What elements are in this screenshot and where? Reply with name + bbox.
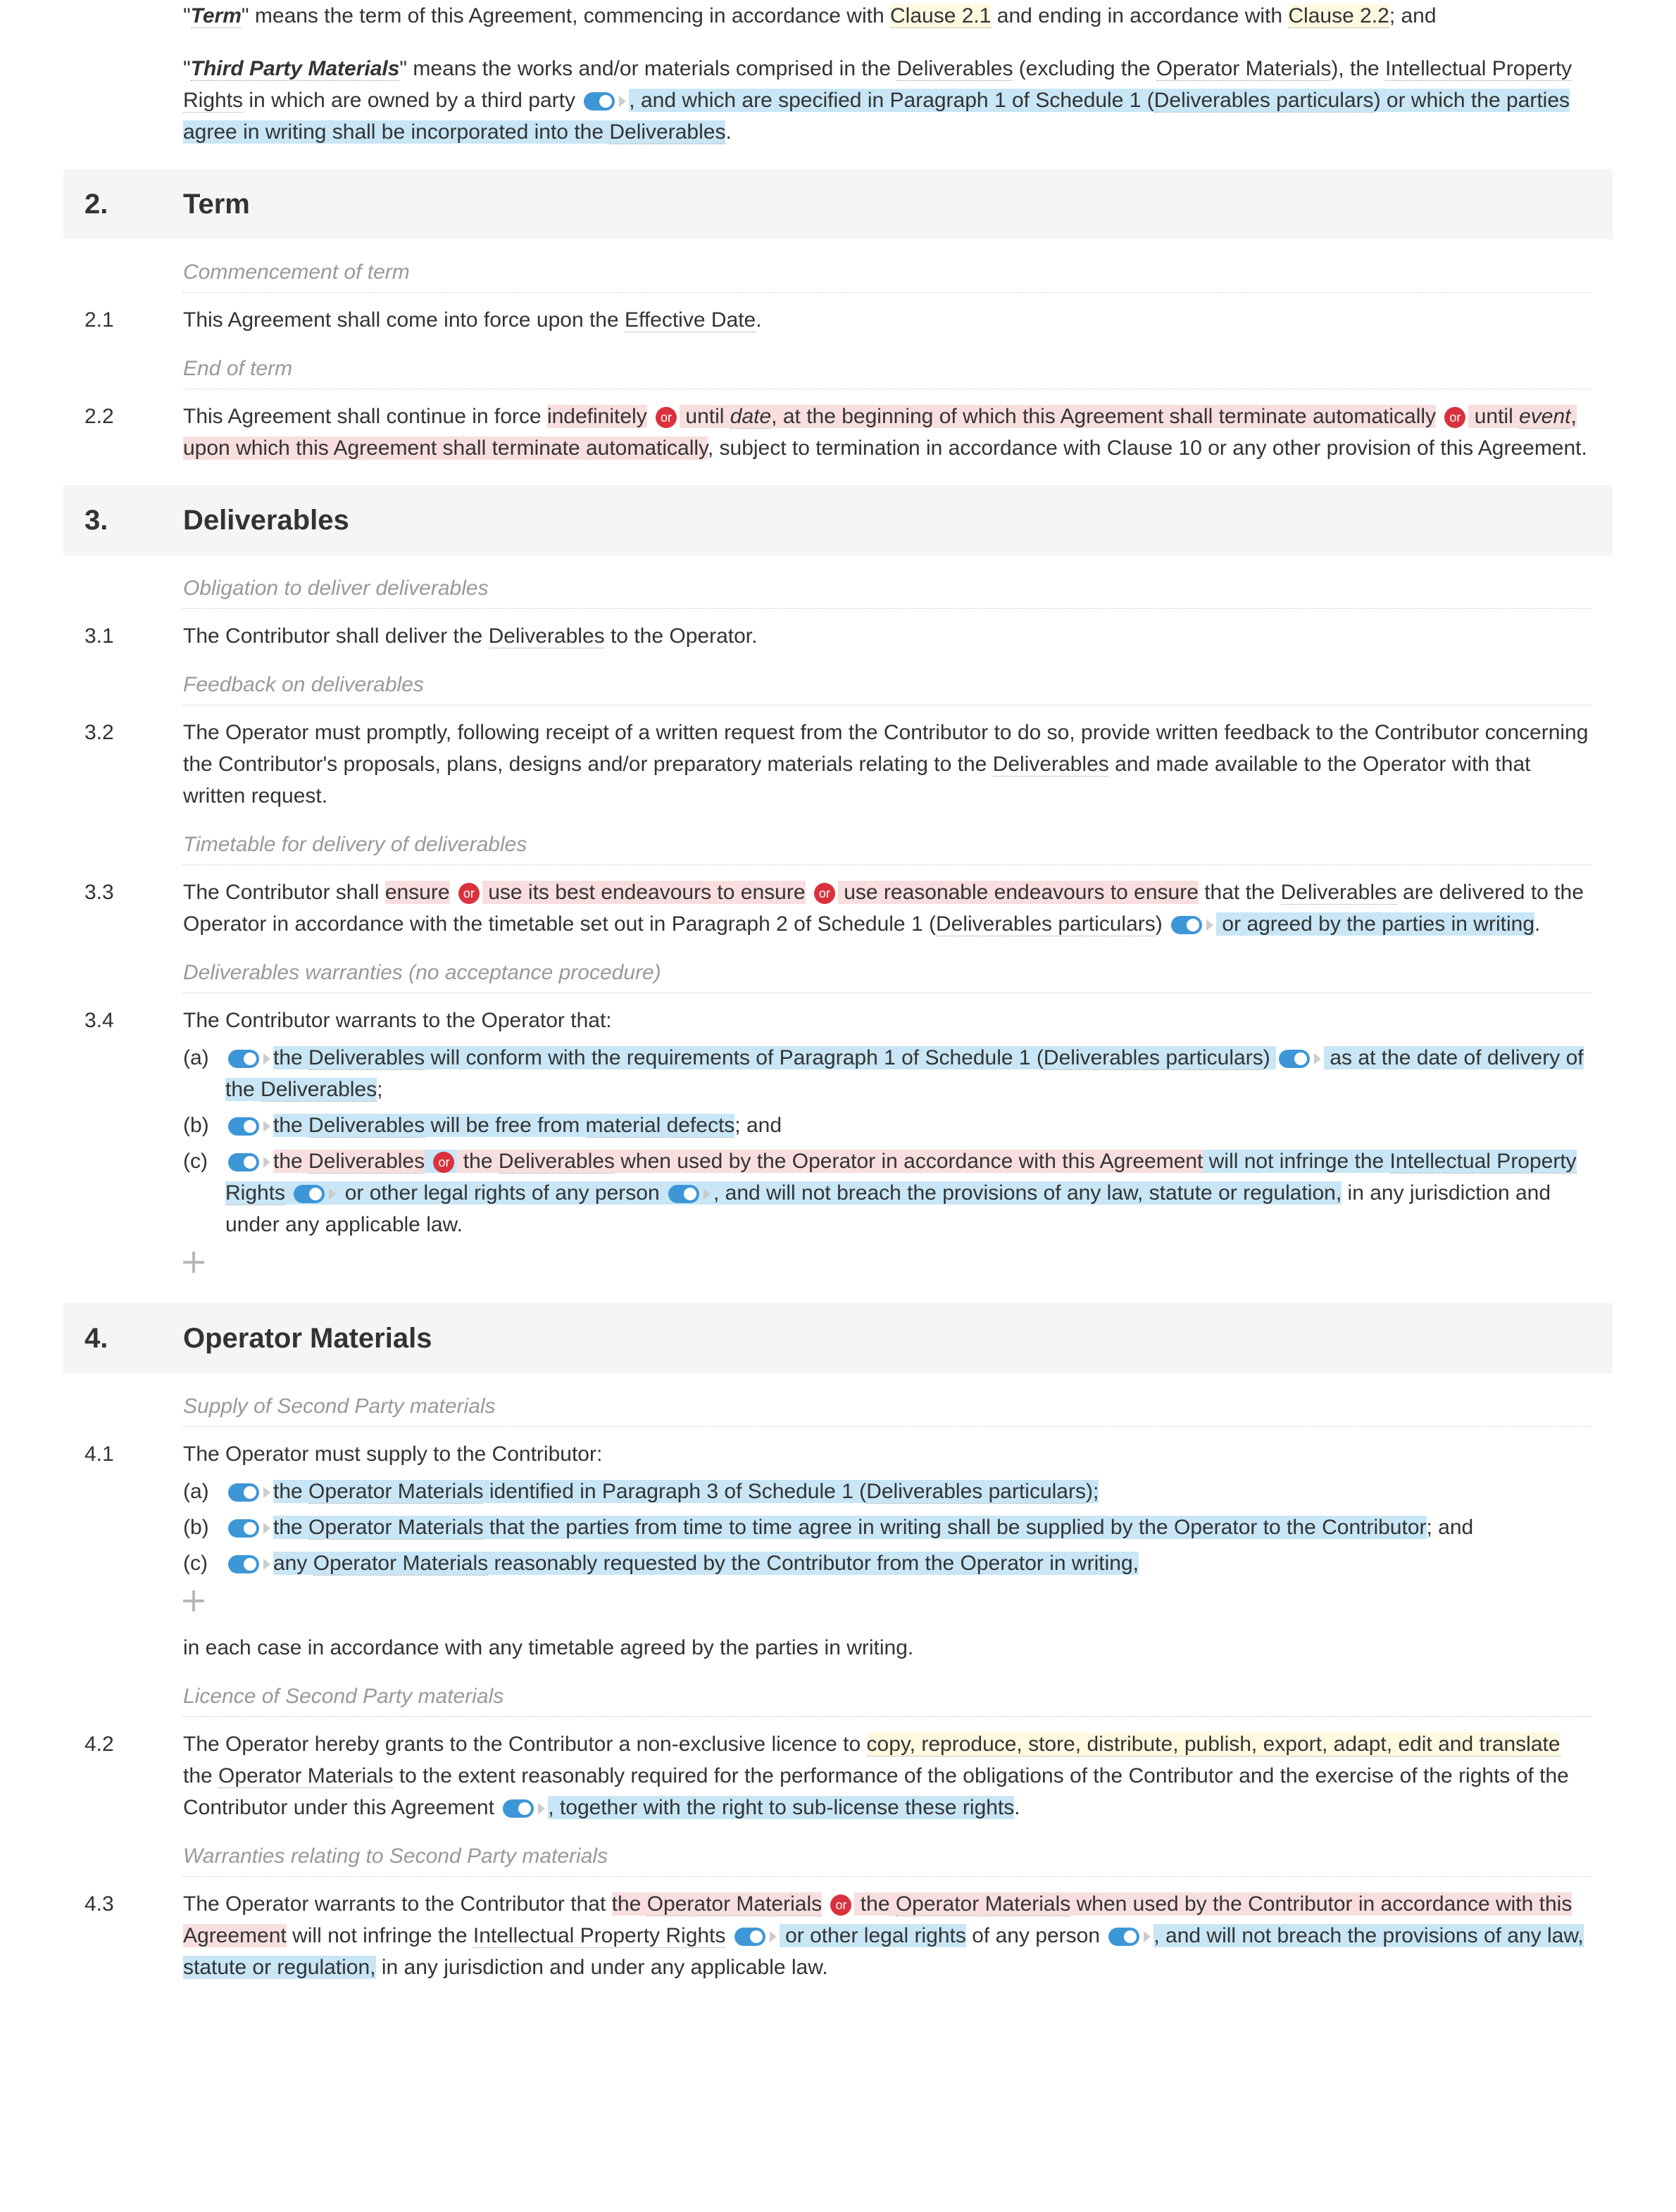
or-badge[interactable]: or [656, 407, 677, 428]
toggle-optional[interactable] [503, 1799, 545, 1818]
toggle-optional[interactable] [228, 1483, 270, 1502]
clause-3-4-b: (b) the Deliverables will be free from m… [183, 1110, 1591, 1141]
section-2-header: 2. Term [63, 169, 1613, 239]
toggle-optional[interactable] [294, 1185, 336, 1203]
section-4-header: 4. Operator Materials [63, 1303, 1613, 1374]
subheading-4-2: Licence of Second Party materials [183, 1680, 1591, 1717]
section-number: 2. [85, 183, 183, 225]
clause-3-2: 3.2 The Operator must promptly, followin… [85, 717, 1591, 812]
toggle-optional[interactable] [228, 1050, 270, 1068]
toggle-optional[interactable] [1108, 1928, 1151, 1946]
subheading-2-2: End of term [183, 353, 1591, 389]
ref-deliverables: Deliverables [896, 57, 1013, 81]
or-badge[interactable]: or [458, 883, 480, 904]
ref-operator-materials: Operator Materials [1156, 57, 1331, 81]
subheading-3-3: Timetable for delivery of deliverables [183, 829, 1591, 865]
toggle-optional[interactable] [228, 1153, 270, 1171]
defined-term-term: Term [191, 4, 242, 28]
or-badge[interactable]: or [814, 883, 835, 904]
toggle-optional[interactable] [228, 1117, 270, 1136]
subheading-4-3: Warranties relating to Second Party mate… [183, 1840, 1591, 1877]
add-item-icon[interactable] [183, 1252, 204, 1273]
toggle-optional[interactable] [734, 1928, 777, 1946]
clause-3-4: 3.4 The Contributor warrants to the Oper… [85, 1005, 1591, 1282]
clause-4-1: 4.1 The Operator must supply to the Cont… [85, 1438, 1591, 1664]
editable-licence-verbs[interactable]: copy, reproduce, store, distribute, publ… [867, 1733, 1561, 1757]
section-title: Term [183, 183, 250, 225]
clause-3-3: 3.3 The Contributor shall ensure or use … [85, 876, 1591, 940]
clause-2-2: 2.2 This Agreement shall continue in for… [85, 401, 1591, 464]
clause-4-1-c: (c) any Operator Materials reasonably re… [183, 1547, 1591, 1579]
or-badge[interactable]: or [830, 1894, 851, 1916]
toggle-optional[interactable] [228, 1519, 270, 1538]
toggle-optional[interactable] [228, 1555, 270, 1573]
ref-clause-2-1: Clause 2.1 [890, 4, 991, 28]
or-badge[interactable]: or [433, 1152, 454, 1173]
toggle-optional[interactable] [1171, 916, 1213, 934]
subheading-2-1: Commencement of term [183, 256, 1591, 293]
document-page: "Term" means the term of this Agreement,… [0, 0, 1676, 2025]
or-badge[interactable]: or [1444, 407, 1465, 428]
clause-3-4-c: (c) the Deliverables or the Deliverables… [183, 1145, 1591, 1240]
toggle-optional[interactable] [584, 92, 626, 111]
subheading-4-1: Supply of Second Party materials [183, 1390, 1591, 1427]
subheading-3-2: Feedback on deliverables [183, 669, 1591, 705]
defined-term-tpm: Third Party Materials [191, 57, 400, 81]
clause-4-1-b: (b) the Operator Materials that the part… [183, 1512, 1591, 1543]
clause-3-4-a: (a) the Deliverables will conform with t… [183, 1042, 1591, 1105]
placeholder-date[interactable]: date [730, 405, 771, 429]
clause-4-1-a: (a) the Operator Materials identified in… [183, 1476, 1591, 1507]
section-3-header: 3. Deliverables [63, 485, 1613, 555]
definition-term: "Term" means the term of this Agreement,… [183, 0, 1591, 32]
clause-3-1: 3.1 The Contributor shall deliver the De… [85, 620, 1591, 652]
placeholder-event[interactable]: event [1519, 405, 1570, 429]
subheading-3-1: Obligation to deliver deliverables [183, 572, 1591, 609]
ref-clause-2-2: Clause 2.2 [1288, 4, 1389, 28]
clause-4-3: 4.3 The Operator warrants to the Contrib… [85, 1888, 1591, 1983]
ref-effective-date: Effective Date [625, 308, 756, 332]
clause-4-2: 4.2 The Operator hereby grants to the Co… [85, 1728, 1591, 1823]
subheading-3-4: Deliverables warranties (no acceptance p… [183, 957, 1591, 993]
definition-third-party-materials: "Third Party Materials" means the works … [183, 53, 1591, 148]
add-item-icon[interactable] [183, 1590, 204, 1611]
toggle-optional[interactable] [668, 1185, 711, 1203]
toggle-optional[interactable] [1279, 1050, 1321, 1068]
clause-2-1: 2.1 This Agreement shall come into force… [85, 304, 1591, 336]
